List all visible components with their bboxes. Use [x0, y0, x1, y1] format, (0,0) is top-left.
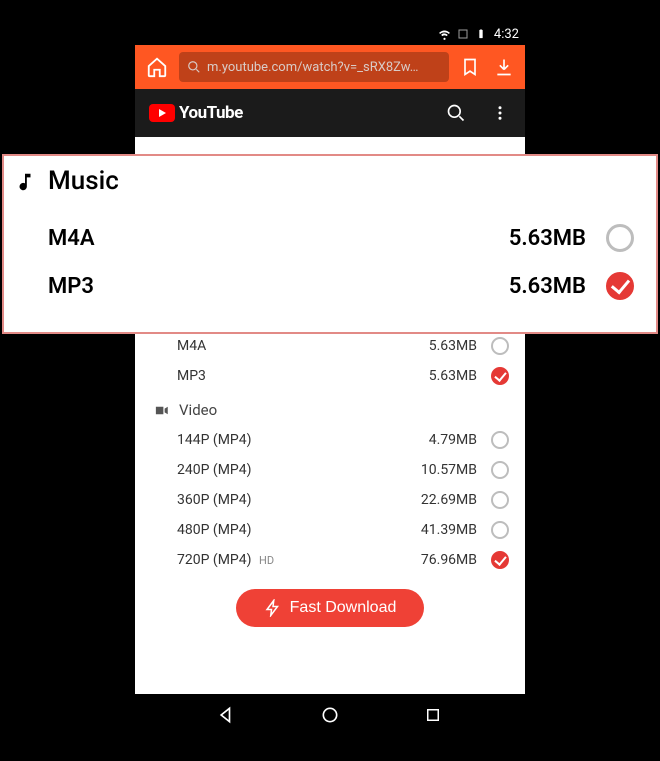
format-size: 22.69MB [421, 492, 477, 508]
format-size: 76.96MB [421, 552, 477, 568]
format-row-m4a[interactable]: M4A 5.63MB [135, 331, 525, 361]
hd-badge: HD [259, 554, 274, 567]
format-size: 4.79MB [429, 432, 477, 448]
radio-unchecked[interactable] [491, 461, 509, 479]
overlay-music-title: Music [48, 166, 119, 196]
nav-recent-button[interactable] [422, 704, 444, 726]
format-label: M4A [177, 338, 421, 354]
overlay-format-size: 5.63MB [509, 274, 586, 299]
youtube-logo[interactable]: YouTube [149, 103, 243, 123]
music-overlay-callout: Music M4A 5.63MB MP3 5.63MB [2, 154, 658, 334]
format-size: 5.63MB [429, 368, 477, 384]
overlay-format-size: 5.63MB [509, 226, 586, 251]
format-row-360p[interactable]: 360P (MP4) 22.69MB [135, 485, 525, 515]
fast-download-label: Fast Download [290, 599, 397, 617]
nav-back-button[interactable] [216, 704, 238, 726]
format-label: 144P (MP4) [177, 432, 421, 448]
format-size: 10.57MB [421, 462, 477, 478]
url-text: m.youtube.com/watch?v=_sRX8Zw… [207, 60, 418, 75]
youtube-more-button[interactable] [489, 102, 511, 124]
radio-unchecked[interactable] [606, 224, 634, 252]
music-note-icon [14, 170, 36, 192]
android-nav-bar [135, 694, 525, 736]
format-label: MP3 [177, 368, 421, 384]
status-bar: 4:32 [135, 23, 525, 45]
youtube-header: YouTube [135, 89, 525, 137]
search-icon [187, 60, 201, 74]
youtube-brand-text: YouTube [179, 103, 243, 123]
format-label: 720P (MP4) HD [177, 552, 413, 568]
video-icon [153, 402, 169, 418]
format-size: 5.63MB [429, 338, 477, 354]
battery-icon [474, 27, 488, 41]
bookmark-button[interactable] [457, 54, 483, 80]
download-button[interactable] [491, 54, 517, 80]
video-section-header: Video [135, 391, 525, 425]
overlay-music-header: Music [14, 166, 638, 196]
radio-unchecked[interactable] [491, 491, 509, 509]
video-format-list: 144P (MP4) 4.79MB 240P (MP4) 10.57MB 360… [135, 425, 525, 575]
format-label: 480P (MP4) [177, 522, 413, 538]
format-row-480p[interactable]: 480P (MP4) 41.39MB [135, 515, 525, 545]
radio-unchecked[interactable] [491, 337, 509, 355]
music-format-list: M4A 5.63MB MP3 5.63MB [135, 331, 525, 391]
wifi-icon [438, 27, 452, 41]
format-label: 240P (MP4) [177, 462, 413, 478]
format-row-720p[interactable]: 720P (MP4) HD 76.96MB [135, 545, 525, 575]
radio-checked[interactable] [491, 551, 509, 569]
radio-unchecked[interactable] [491, 521, 509, 539]
browser-toolbar: m.youtube.com/watch?v=_sRX8Zw… [135, 45, 525, 89]
video-section-title: Video [179, 401, 217, 419]
format-size: 41.39MB [421, 522, 477, 538]
bolt-icon [264, 599, 282, 617]
overlay-format-label: MP3 [48, 274, 499, 299]
url-bar[interactable]: m.youtube.com/watch?v=_sRX8Zw… [179, 52, 449, 82]
overlay-row-m4a[interactable]: M4A 5.63MB [14, 214, 638, 262]
youtube-play-icon [149, 104, 175, 122]
radio-unchecked[interactable] [491, 431, 509, 449]
radio-checked[interactable] [491, 367, 509, 385]
format-row-144p[interactable]: 144P (MP4) 4.79MB [135, 425, 525, 455]
overlay-row-mp3[interactable]: MP3 5.63MB [14, 262, 638, 310]
phone-frame: 4:32 m.youtube.com/watch?v=_sRX8Zw… YouT… [135, 23, 525, 736]
format-row-mp3[interactable]: MP3 5.63MB [135, 361, 525, 391]
overlay-format-label: M4A [48, 226, 499, 251]
format-row-240p[interactable]: 240P (MP4) 10.57MB [135, 455, 525, 485]
radio-checked[interactable] [606, 272, 634, 300]
status-time: 4:32 [494, 27, 519, 42]
youtube-search-button[interactable] [445, 102, 467, 124]
no-sim-icon [456, 27, 470, 41]
fast-download-button[interactable]: Fast Download [236, 589, 425, 627]
home-button[interactable] [143, 53, 171, 81]
nav-home-button[interactable] [319, 704, 341, 726]
format-label: 360P (MP4) [177, 492, 413, 508]
